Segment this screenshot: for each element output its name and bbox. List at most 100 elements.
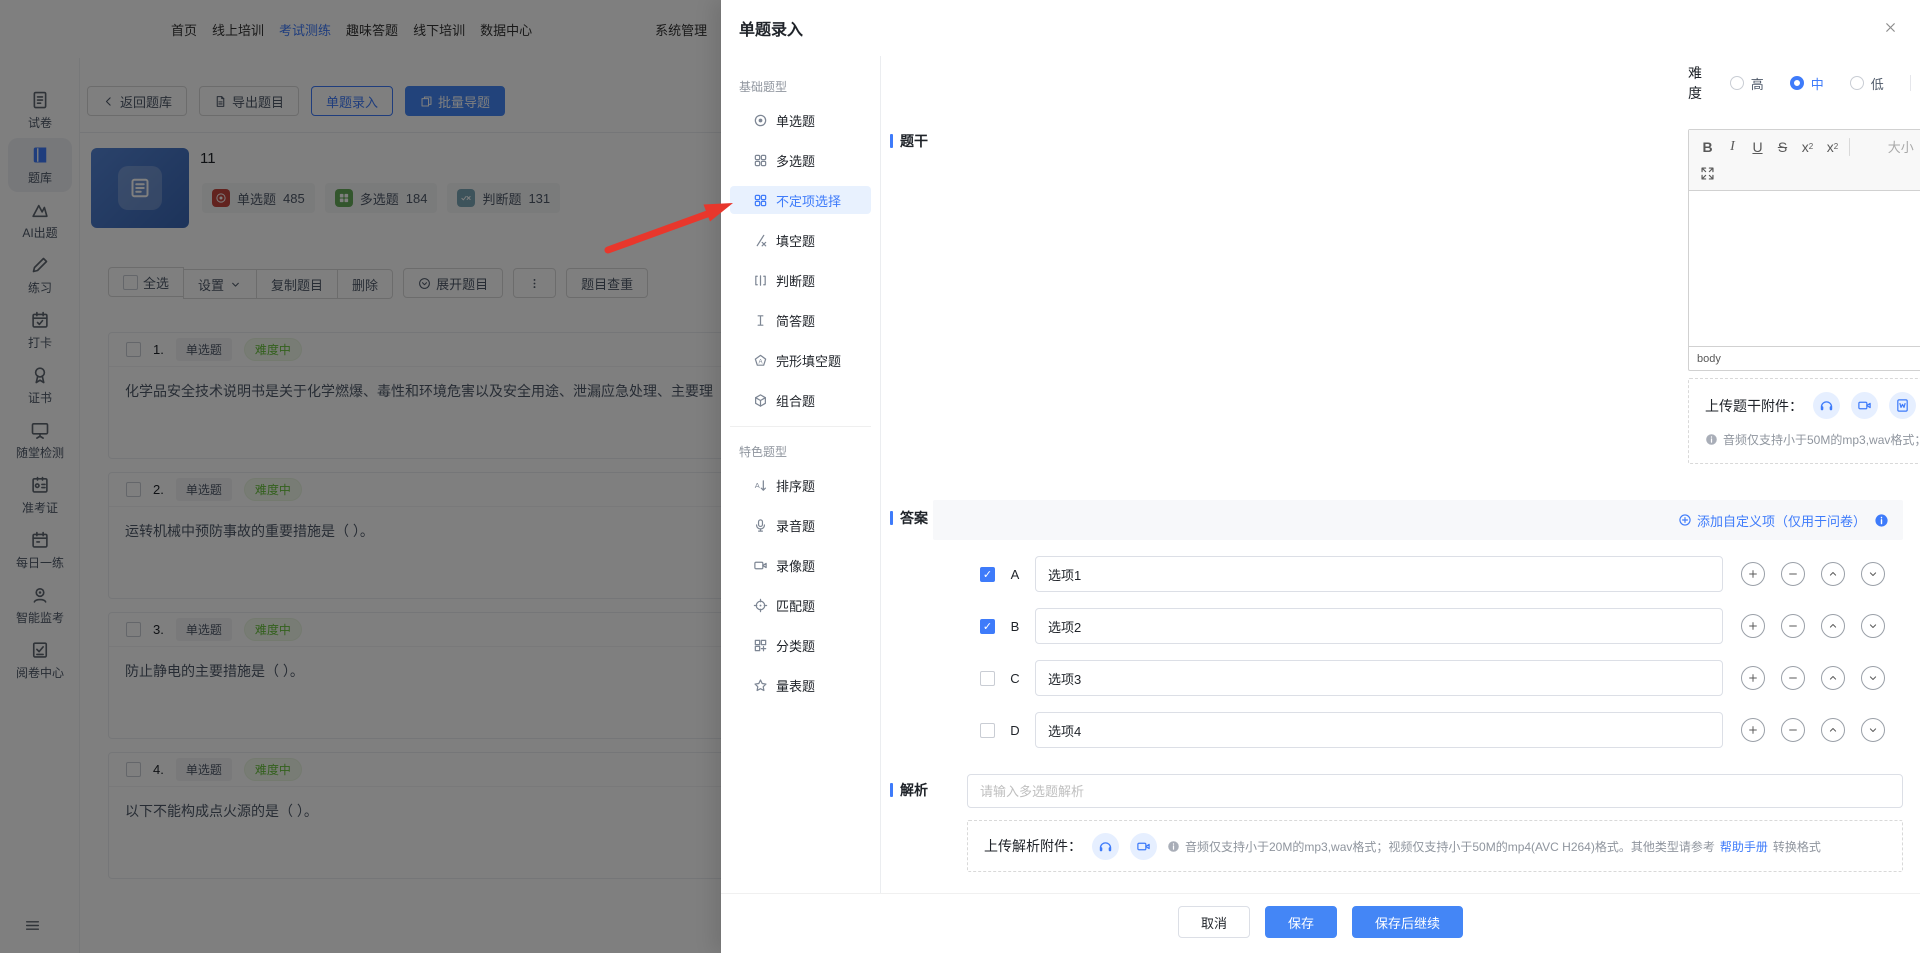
save-button[interactable]: 保存	[1265, 906, 1337, 938]
minus-icon	[1787, 620, 1799, 632]
plus-icon	[1747, 672, 1759, 684]
add-custom-option-link[interactable]: 添加自定义项（仅用于问卷）	[1678, 511, 1866, 530]
microphone-icon	[753, 518, 768, 533]
analysis-upload-tip: 音频仅支持小于20M的mp3,wav格式；视频仅支持小于50M的mp4(AVC …	[1167, 838, 1821, 855]
editor-toolbar-button[interactable]: x2	[1795, 134, 1820, 159]
add-option-button[interactable]	[1741, 562, 1765, 586]
move-option-up-button[interactable]	[1821, 666, 1845, 690]
radio-control[interactable]	[1790, 76, 1804, 90]
close-icon	[1883, 20, 1898, 35]
editor-path-bar: body	[1689, 346, 1920, 370]
editor-toolbar-button[interactable]: S	[1770, 134, 1795, 159]
move-option-up-button[interactable]	[1821, 614, 1845, 638]
info-icon[interactable]	[1874, 513, 1889, 528]
plus-icon	[1747, 620, 1759, 632]
question-type-label: 多选题	[776, 151, 815, 170]
option-text-input[interactable]	[1035, 660, 1723, 696]
move-option-up-button[interactable]	[1821, 562, 1845, 586]
cancel-button[interactable]: 取消	[1178, 906, 1250, 938]
question-type-item[interactable]: 分类题	[730, 631, 871, 659]
question-type-item[interactable]: 匹配题	[730, 591, 871, 619]
question-type-item[interactable]: 不定项选择	[730, 186, 871, 214]
option-checkbox[interactable]	[980, 567, 995, 582]
option-letter: A	[1009, 567, 1021, 582]
help-manual-link[interactable]: 帮助手册	[1720, 838, 1768, 855]
question-type-item[interactable]: 单选题	[730, 106, 871, 134]
question-type-item[interactable]: 多选题	[730, 146, 871, 174]
radio-label: 中	[1811, 74, 1824, 93]
cube-icon	[753, 393, 768, 408]
editor-toolbar-button[interactable]: 大小	[1854, 134, 1920, 159]
editor-toolbar-button[interactable]: B	[1695, 134, 1720, 159]
radio-circle-icon	[753, 113, 768, 128]
remove-option-button[interactable]	[1781, 614, 1805, 638]
question-type-item[interactable]: 判断题	[730, 266, 871, 294]
question-type-label: 简答题	[776, 311, 815, 330]
editor-content[interactable]	[1689, 191, 1920, 346]
question-type-item[interactable]: 录像题	[730, 551, 871, 579]
upload-attachment-button[interactable]	[1889, 392, 1916, 419]
overlay-mask[interactable]	[0, 0, 721, 953]
add-option-button[interactable]	[1741, 718, 1765, 742]
question-type-item[interactable]: 录音题	[730, 511, 871, 539]
difficulty-radio-option[interactable]: 中	[1790, 74, 1824, 93]
remove-option-button[interactable]	[1781, 562, 1805, 586]
text-cursor-icon	[753, 313, 768, 328]
option-letter: D	[1009, 723, 1021, 738]
editor-toolbar: B I U S x2 x2 大小 A	[1689, 130, 1920, 161]
editor-toolbar-button[interactable]: x2	[1820, 134, 1845, 159]
editor-toolbar-button[interactable]: U	[1745, 134, 1770, 159]
question-type-item[interactable]: 填空题	[730, 226, 871, 254]
option-checkbox[interactable]	[980, 619, 995, 634]
radio-control[interactable]	[1850, 76, 1864, 90]
option-text-input[interactable]	[1035, 556, 1723, 592]
close-button[interactable]	[1883, 20, 1898, 39]
answer-option-row: D	[980, 712, 1885, 748]
analysis-upload-label: 上传解析附件：	[984, 836, 1082, 856]
difficulty-radio-option[interactable]: 低	[1850, 74, 1884, 93]
question-type-label: 不定项选择	[776, 191, 841, 210]
stem-upload-tip: 音频仅支持小于50M的mp3,wav格式；视频仅支持小于500M的mp4(AVC…	[1705, 431, 1920, 448]
star-icon	[753, 678, 768, 693]
question-type-item[interactable]: 量表题	[730, 671, 871, 699]
section-title: 基础题型	[739, 78, 880, 95]
add-option-button[interactable]	[1741, 614, 1765, 638]
move-option-down-button[interactable]	[1861, 718, 1885, 742]
editor-toolbar-button[interactable]: I	[1720, 134, 1745, 159]
move-option-down-button[interactable]	[1861, 562, 1885, 586]
drawer-footer: 取消 保存 保存后继续	[721, 893, 1920, 953]
add-option-button[interactable]	[1741, 666, 1765, 690]
move-option-down-button[interactable]	[1861, 666, 1885, 690]
maximize-icon	[1700, 166, 1715, 181]
upload-attachment-button[interactable]	[1851, 392, 1878, 419]
answer-option-row: C	[980, 660, 1885, 696]
upload-attachment-button[interactable]	[1092, 833, 1119, 860]
plus-icon	[1747, 568, 1759, 580]
save-continue-button[interactable]: 保存后继续	[1352, 906, 1463, 938]
upload-attachment-button[interactable]	[1130, 833, 1157, 860]
question-type-item[interactable]: 简答题	[730, 306, 871, 334]
difficulty-label: 难度	[1688, 63, 1714, 103]
option-checkbox[interactable]	[980, 723, 995, 738]
option-checkbox[interactable]	[980, 671, 995, 686]
move-option-up-button[interactable]	[1821, 718, 1845, 742]
question-type-item[interactable]: A 排序题	[730, 471, 871, 499]
difficulty-radio-option[interactable]: 高	[1730, 74, 1764, 93]
question-type-item[interactable]: 组合题	[730, 386, 871, 414]
maximize-button[interactable]	[1695, 161, 1720, 186]
svg-text:A: A	[758, 358, 763, 365]
strikethrough-icon: S	[1778, 140, 1787, 154]
answer-header-bar: 添加自定义项（仅用于问卷）	[933, 500, 1903, 540]
analysis-input[interactable]	[967, 774, 1903, 808]
move-option-down-button[interactable]	[1861, 614, 1885, 638]
option-text-input[interactable]	[1035, 712, 1723, 748]
question-type-label: 录音题	[776, 516, 815, 535]
remove-option-button[interactable]	[1781, 666, 1805, 690]
remove-option-button[interactable]	[1781, 718, 1805, 742]
radio-control[interactable]	[1730, 76, 1744, 90]
option-text-input[interactable]	[1035, 608, 1723, 644]
question-type-label: 排序题	[776, 476, 815, 495]
upload-attachment-button[interactable]	[1813, 392, 1840, 419]
editor-toolbar-button[interactable]	[1849, 138, 1850, 156]
question-type-item[interactable]: A 完形填空题	[730, 346, 871, 374]
